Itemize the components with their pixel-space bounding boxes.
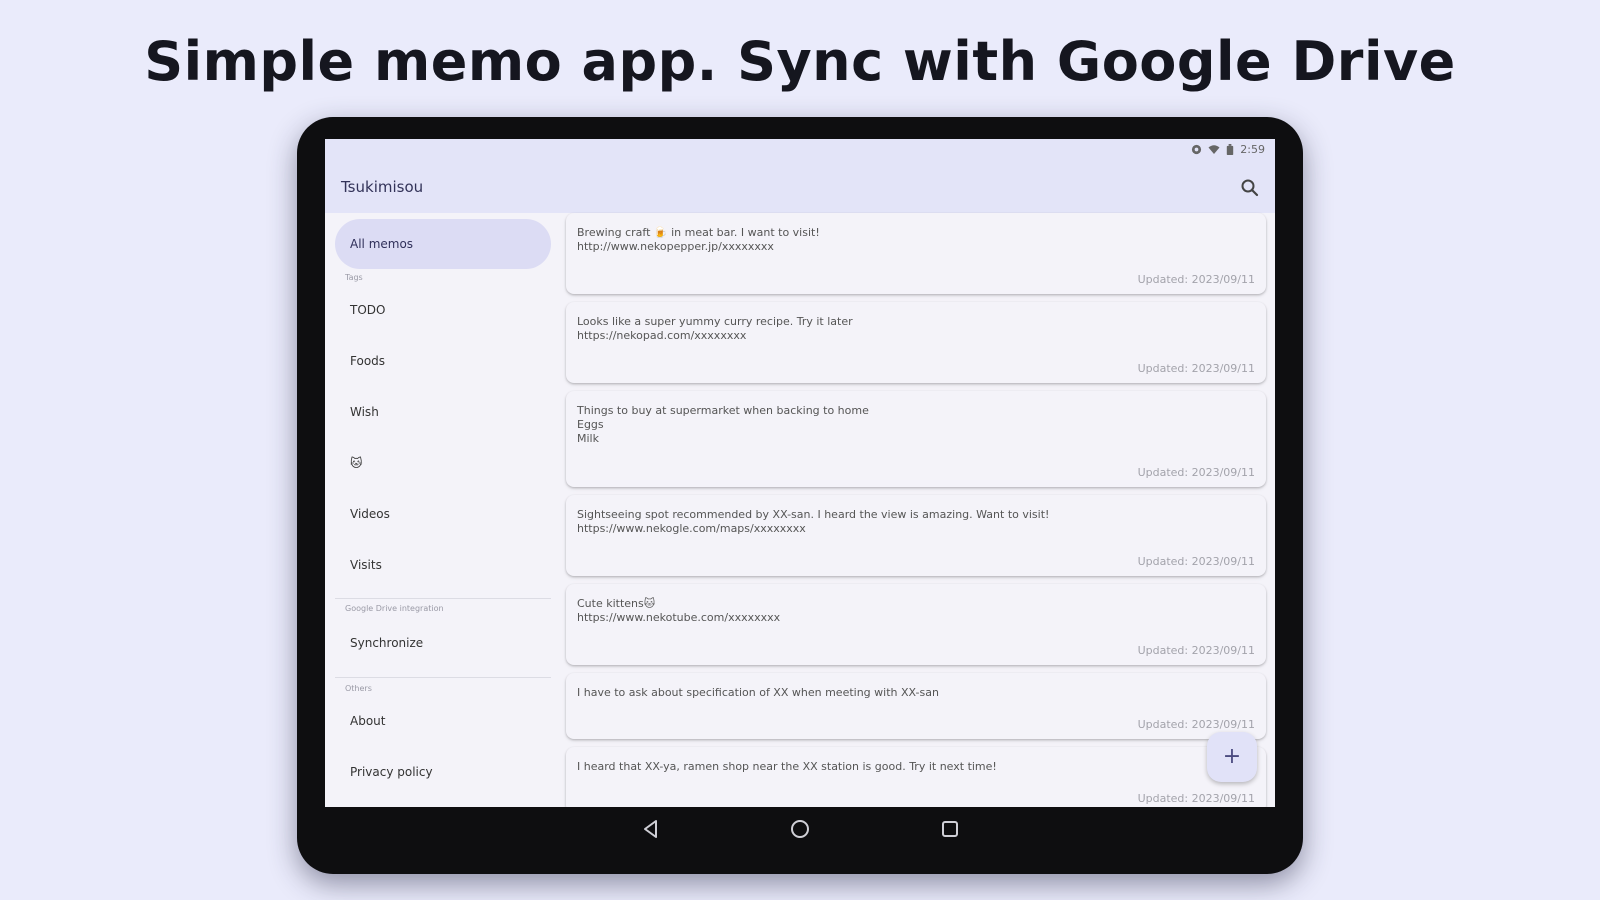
status-time: 2:59	[1240, 143, 1265, 156]
divider	[335, 677, 551, 678]
nav-tag-visits[interactable]: Visits	[335, 540, 551, 590]
nav-tag-todo[interactable]: TODO	[335, 285, 551, 335]
memo-updated-date: Updated: 2023/09/11	[1137, 555, 1255, 568]
nav-tag-cat[interactable]: 🐱	[335, 438, 551, 488]
navigation-drawer: All memos Tags TODO Foods Wish 🐱 Videos …	[325, 213, 558, 807]
divider	[335, 598, 551, 599]
memo-text-line: I heard that XX-ya, ramen shop near the …	[577, 760, 997, 773]
memo-text-line: Eggs	[577, 418, 604, 431]
nav-about[interactable]: About	[335, 696, 551, 746]
memo-list: Brewing craft 🍺 in meat bar. I want to v…	[566, 213, 1266, 807]
app-title: Tsukimisou	[341, 178, 424, 196]
nav-tag-foods[interactable]: Foods	[335, 336, 551, 386]
memo-text-line: https://www.nekotube.com/xxxxxxxx	[577, 611, 781, 624]
google-drive-section-label: Google Drive integration	[345, 604, 444, 613]
memo-text-line: Milk	[577, 432, 599, 445]
add-memo-button[interactable]: +	[1207, 732, 1257, 782]
memo-text-line: Things to buy at supermarket when backin…	[577, 404, 869, 417]
memo-updated-date: Updated: 2023/09/11	[1137, 466, 1255, 479]
memo-text-line: http://www.nekopepper.jp/xxxxxxxx	[577, 240, 774, 253]
memo-text-line: Looks like a super yummy curry recipe. T…	[577, 315, 853, 328]
nav-all-memos[interactable]: All memos	[335, 219, 551, 269]
memo-text-line: I have to ask about specification of XX …	[577, 686, 939, 699]
wifi-icon	[1208, 144, 1220, 155]
memo-updated-date: Updated: 2023/09/11	[1137, 718, 1255, 731]
memo-updated-date: Updated: 2023/09/11	[1137, 362, 1255, 375]
nav-privacy-policy[interactable]: Privacy policy	[335, 747, 551, 797]
memo-card[interactable]: I heard that XX-ya, ramen shop near the …	[566, 747, 1266, 807]
memo-updated-date: Updated: 2023/09/11	[1137, 644, 1255, 657]
memo-text-line: Brewing craft 🍺 in meat bar. I want to v…	[577, 226, 820, 239]
memo-card[interactable]: Cute kittens🐱 https://www.nekotube.com/x…	[566, 584, 1266, 665]
memo-text-line: https://www.nekogle.com/maps/xxxxxxxx	[577, 522, 806, 535]
memo-text-line: https://nekopad.com/xxxxxxxx	[577, 329, 747, 342]
memo-text-line: Cute kittens🐱	[577, 597, 656, 610]
status-bar: 2:59	[325, 139, 1275, 165]
app-bar: Tsukimisou	[325, 165, 1275, 213]
memo-card[interactable]: Looks like a super yummy curry recipe. T…	[566, 302, 1266, 383]
memo-updated-date: Updated: 2023/09/11	[1137, 792, 1255, 805]
search-icon[interactable]	[1239, 177, 1261, 199]
back-icon[interactable]	[638, 816, 664, 842]
home-icon[interactable]	[787, 816, 813, 842]
memo-card[interactable]: Things to buy at supermarket when backin…	[566, 391, 1266, 487]
memo-card[interactable]: I have to ask about specification of XX …	[566, 673, 1266, 739]
others-section-label: Others	[345, 684, 372, 693]
memo-card[interactable]: Sightseeing spot recommended by XX-san. …	[566, 495, 1266, 576]
memo-card[interactable]: Brewing craft 🍺 in meat bar. I want to v…	[566, 213, 1266, 294]
settings-icon	[1191, 144, 1202, 155]
nav-tag-videos[interactable]: Videos	[335, 489, 551, 539]
memo-updated-date: Updated: 2023/09/11	[1137, 273, 1255, 286]
nav-synchronize[interactable]: Synchronize	[335, 618, 551, 668]
nav-tag-wish[interactable]: Wish	[335, 387, 551, 437]
battery-icon	[1226, 144, 1234, 155]
memo-text-line: Sightseeing spot recommended by XX-san. …	[577, 508, 1050, 521]
app-screen: 2:59 Tsukimisou All memos Tags TODO Food…	[325, 139, 1275, 807]
recents-icon[interactable]	[937, 816, 963, 842]
headline: Simple memo app. Sync with Google Drive	[144, 30, 1456, 93]
tags-section-label: Tags	[345, 273, 363, 282]
